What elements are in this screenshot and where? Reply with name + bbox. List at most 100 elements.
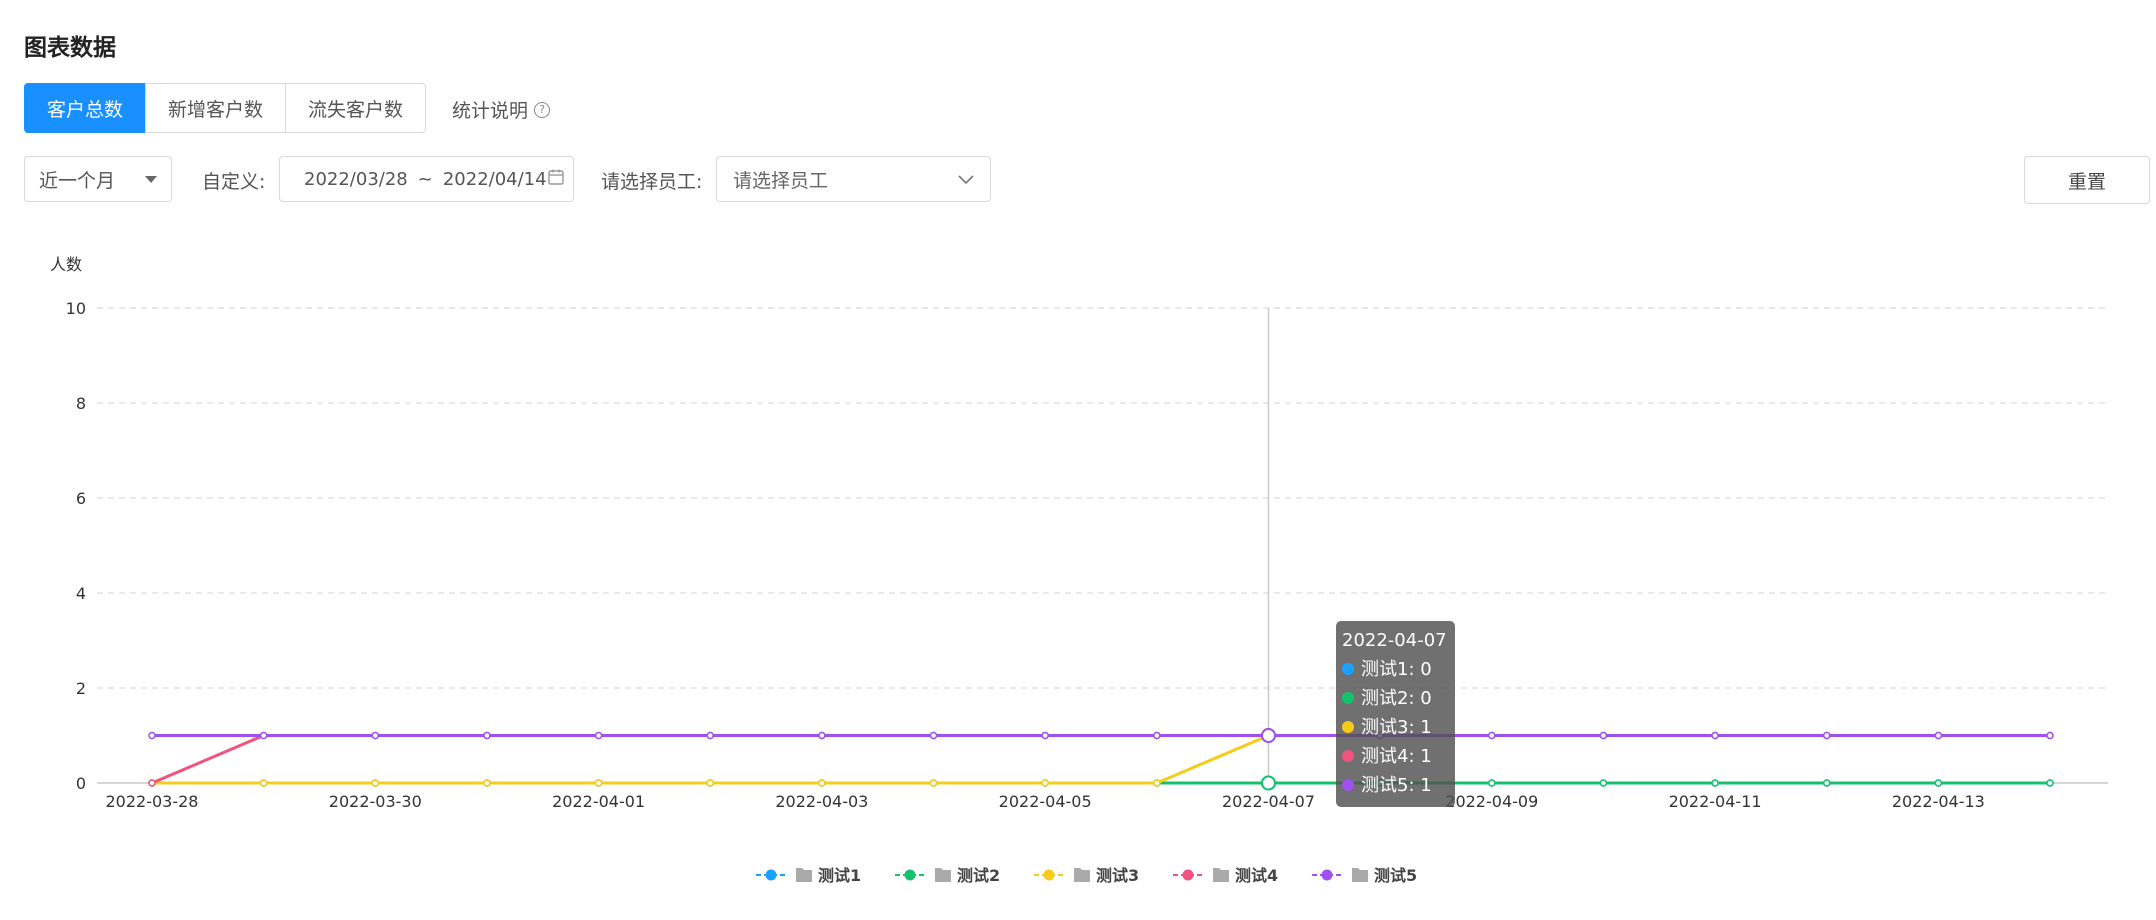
tooltip-title: 2022-04-07 [1342, 630, 1447, 651]
data-point [1822, 731, 1831, 740]
data-point [483, 779, 491, 787]
caret-down-icon [145, 175, 157, 183]
y-tick-label: 6 [76, 489, 86, 508]
data-point [1260, 775, 1276, 791]
employee-select-placeholder: 请选择员工 [733, 169, 829, 192]
y-axis-label: 人数 [50, 255, 82, 274]
data-point [1041, 731, 1049, 740]
data-point [1934, 731, 1943, 740]
legend-item[interactable]: 测试1 [756, 866, 861, 885]
legend-marker [1182, 869, 1194, 881]
data-point [148, 731, 156, 740]
employee-label: 请选择员工: [601, 171, 703, 193]
date-range-separator: ~ [417, 168, 433, 190]
tooltip-marker [1342, 721, 1354, 733]
legend-marker [1321, 869, 1333, 881]
data-point [929, 779, 938, 787]
x-tick-label: 2022-03-30 [329, 792, 422, 811]
data-point [1711, 731, 1719, 740]
x-tick-label: 2022-04-09 [1445, 792, 1538, 811]
data-point [594, 779, 603, 787]
chevron-down-icon [958, 168, 974, 190]
data-point [1711, 779, 1719, 787]
tooltip-line: 测试1: 0 [1361, 659, 1432, 680]
legend-label: 测试3 [1096, 866, 1139, 885]
data-point [1041, 779, 1049, 787]
date-end-input[interactable]: 2022/04/14 [443, 169, 547, 190]
series-line [152, 734, 2050, 785]
data-point [259, 779, 268, 787]
tooltip-line: 测试5: 1 [1361, 775, 1432, 796]
question-circle-icon[interactable]: ? [534, 101, 551, 118]
legend-label: 测试1 [818, 866, 861, 885]
folder-icon [1213, 868, 1229, 882]
legend-item[interactable]: 测试3 [1034, 866, 1139, 885]
tooltip-line: 测试3: 1 [1361, 717, 1432, 738]
folder-icon [935, 868, 951, 882]
data-point [1599, 779, 1608, 787]
series-3 [148, 728, 2054, 787]
legend-item[interactable]: 测试5 [1312, 866, 1417, 885]
data-point [706, 779, 714, 787]
tab-new-customers[interactable]: 新增客户数 [145, 83, 287, 133]
data-point [1488, 731, 1496, 740]
metric-tabs: 客户总数 新增客户数 流失客户数 [24, 83, 427, 133]
calendar-icon [547, 168, 565, 191]
data-point [2046, 779, 2054, 787]
period-select[interactable]: 近一个月 [24, 156, 172, 202]
x-tick-label: 2022-03-28 [106, 792, 199, 811]
data-point [148, 779, 156, 787]
line-chart: 人数 0 2 4 6 8 10 2022-03-28 2022-03-30 2022-04-01 2… [50, 255, 2108, 885]
data-point [371, 779, 380, 787]
tooltip-line: 测试4: 1 [1361, 746, 1432, 767]
data-point [2046, 731, 2054, 740]
x-tick-label: 2022-04-11 [1669, 792, 1762, 811]
legend-label: 测试4 [1235, 866, 1278, 885]
custom-date-label: 自定义: [202, 171, 266, 193]
y-tick-label: 2 [76, 679, 86, 698]
y-tick-label: 0 [76, 774, 86, 793]
data-point [1488, 779, 1496, 787]
legend-label: 测试2 [957, 866, 1000, 885]
date-start-input[interactable]: 2022/03/28 [304, 169, 408, 190]
data-point [594, 731, 603, 740]
legend-item[interactable]: 测试4 [1173, 866, 1278, 885]
data-point [818, 779, 826, 787]
stat-help-label: 统计说明 [452, 100, 529, 122]
data-point [1822, 779, 1831, 787]
x-tick-label: 2022-04-05 [999, 792, 1092, 811]
legend-marker [904, 869, 916, 881]
folder-icon [1352, 868, 1368, 882]
legend-marker [1043, 869, 1055, 881]
data-point [259, 731, 268, 740]
data-point [1153, 779, 1161, 787]
stat-help[interactable]: 统计说明 ? [452, 96, 551, 123]
series-5 [148, 728, 2054, 743]
legend-label: 测试5 [1374, 866, 1417, 885]
data-point [818, 731, 826, 740]
legend-marker [765, 869, 777, 881]
x-tick-label: 2022-04-01 [552, 792, 645, 811]
employee-select[interactable]: 请选择员工 [716, 156, 991, 202]
legend: 测试1 测试2 测试3 测试4 测试5 [756, 866, 1417, 885]
data-point [1934, 779, 1943, 787]
tooltip-marker [1342, 692, 1354, 704]
data-point [371, 731, 380, 740]
tooltip-marker [1342, 663, 1354, 675]
date-range-picker[interactable]: 2022/03/28 ~ 2022/04/14 [279, 156, 574, 202]
data-point [706, 731, 714, 740]
data-point [483, 731, 491, 740]
legend-item[interactable]: 测试2 [895, 866, 1000, 885]
data-point [1153, 731, 1161, 740]
tab-total-customers[interactable]: 客户总数 [24, 83, 147, 133]
x-tick-label: 2022-04-13 [1892, 792, 1985, 811]
data-point [1260, 728, 1276, 743]
series-line [151, 734, 2050, 785]
y-tick-label: 8 [76, 394, 86, 413]
tooltip-line: 测试2: 0 [1361, 688, 1432, 709]
series-4 [148, 728, 2054, 787]
tab-lost-customers[interactable]: 流失客户数 [285, 83, 427, 133]
reset-button[interactable]: 重置 [2024, 156, 2150, 204]
x-tick-label: 2022-04-07 [1222, 792, 1315, 811]
y-tick-label: 4 [76, 584, 86, 603]
